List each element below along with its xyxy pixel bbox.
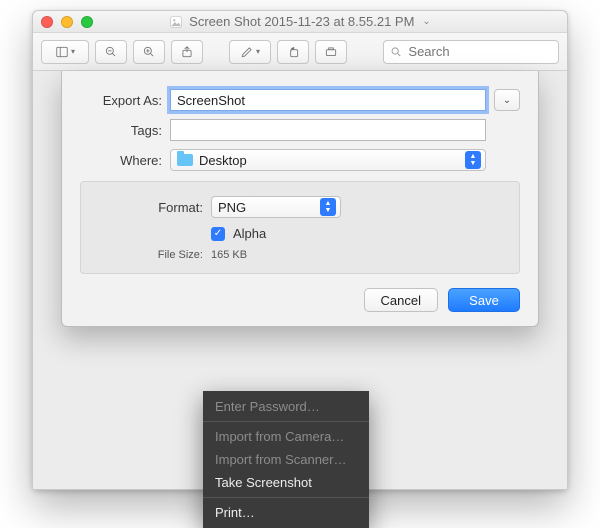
where-label: Where: [80, 153, 162, 168]
sidebar-toggle-button[interactable]: ▾ [41, 40, 89, 64]
updown-arrows-icon: ▲▼ [465, 151, 481, 169]
search-input[interactable] [408, 44, 552, 59]
tags-input[interactable] [170, 119, 486, 141]
chevron-down-icon: ⌄ [503, 95, 511, 106]
annotate-button[interactable]: ▾ [229, 40, 271, 64]
menu-item-import-camera[interactable]: Import from Camera… [203, 425, 369, 448]
share-button[interactable] [171, 40, 203, 64]
checkmark-icon: ✓ [214, 228, 222, 239]
window-controls [41, 16, 93, 28]
menu-item-enter-password[interactable]: Enter Password… [203, 395, 369, 418]
window-frame: Screen Shot 2015-11-23 at 8.55.21 PM ⌄ ▾… [32, 10, 568, 490]
menu-item-import-scanner[interactable]: Import from Scanner… [203, 448, 369, 471]
zoom-window-button[interactable] [81, 16, 93, 28]
save-button[interactable]: Save [448, 288, 520, 312]
title-dropdown-chevron-icon[interactable]: ⌄ [422, 16, 430, 27]
content-area: Enter Password… Import from Camera… Impo… [33, 71, 567, 489]
context-menu: Enter Password… Import from Camera… Impo… [203, 391, 369, 528]
zoom-out-button[interactable] [95, 40, 127, 64]
where-value: Desktop [199, 153, 247, 168]
menu-item-take-screenshot[interactable]: Take Screenshot [203, 471, 369, 494]
search-icon [390, 45, 402, 59]
format-label: Format: [99, 200, 203, 215]
minimize-window-button[interactable] [61, 16, 73, 28]
filesize-value: 165 KB [211, 249, 247, 261]
format-panel: Format: PNG ▲▼ ✓ Alpha File Size: 165 KB [80, 181, 520, 274]
updown-arrows-icon: ▲▼ [320, 198, 336, 216]
close-window-button[interactable] [41, 16, 53, 28]
export-as-label: Export As: [80, 93, 162, 108]
window-title: Screen Shot 2015-11-23 at 8.55.21 PM [189, 14, 414, 29]
where-popup[interactable]: Desktop ▲▼ [170, 149, 486, 171]
alpha-label: Alpha [233, 226, 266, 241]
zoom-in-button[interactable] [133, 40, 165, 64]
menu-item-print[interactable]: Print… [203, 501, 369, 524]
titlebar: Screen Shot 2015-11-23 at 8.55.21 PM ⌄ [33, 11, 567, 33]
tags-label: Tags: [80, 123, 162, 138]
toolbar: ▾ ▾ [33, 33, 567, 71]
image-file-icon [169, 15, 183, 29]
format-popup[interactable]: PNG ▲▼ [211, 196, 341, 218]
filesize-label: File Size: [99, 249, 203, 261]
alpha-checkbox[interactable]: ✓ [211, 227, 225, 241]
rotate-button[interactable] [277, 40, 309, 64]
search-field[interactable] [383, 40, 559, 64]
folder-icon [177, 154, 193, 166]
cancel-button[interactable]: Cancel [364, 288, 438, 312]
export-sheet: Export As: ⌄ Tags: Where: Desktop ▲▼ [61, 71, 539, 327]
export-as-input[interactable] [170, 89, 486, 111]
format-value: PNG [218, 200, 246, 215]
markup-toolbar-button[interactable] [315, 40, 347, 64]
expand-save-panel-button[interactable]: ⌄ [494, 89, 520, 111]
